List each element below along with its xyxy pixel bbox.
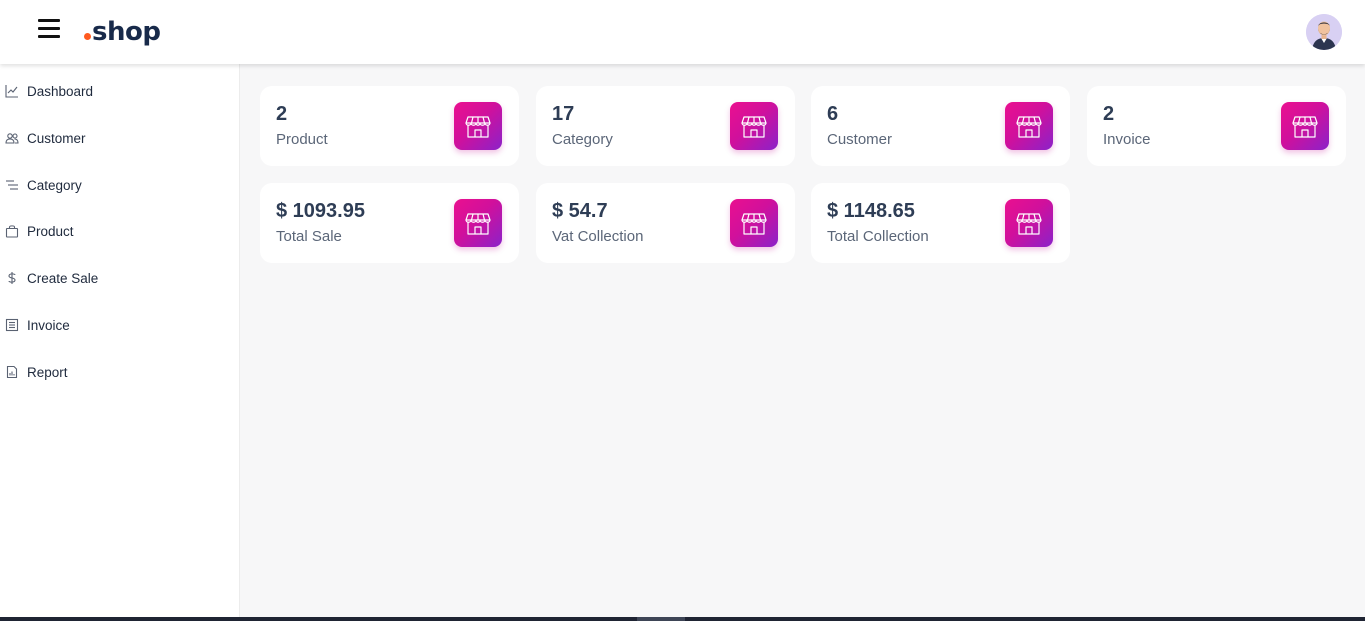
sidebar-item-category[interactable]: Category bbox=[0, 167, 239, 203]
store-icon bbox=[730, 102, 778, 150]
sidebar-item-dashboard[interactable]: Dashboard bbox=[0, 73, 239, 109]
stat-card-total-sale: $ 1093.95 Total Sale bbox=[260, 183, 519, 263]
stat-card-customer: 6 Customer bbox=[811, 86, 1070, 166]
sidebar-item-report[interactable]: Report bbox=[0, 354, 239, 390]
store-icon bbox=[1005, 102, 1053, 150]
sidebar-item-label: Create Sale bbox=[27, 270, 99, 286]
brand-logo[interactable]: shop bbox=[84, 14, 161, 50]
chart-line-icon bbox=[5, 84, 19, 98]
stat-value: $ 54.7 bbox=[552, 200, 608, 222]
store-icon bbox=[454, 102, 502, 150]
sidebar-item-create-sale[interactable]: Create Sale bbox=[0, 260, 239, 296]
sidebar-item-invoice[interactable]: Invoice bbox=[0, 307, 239, 343]
stat-card-product: 2 Product bbox=[260, 86, 519, 166]
stat-card-category: 17 Category bbox=[536, 86, 795, 166]
sidebar-item-label: Report bbox=[27, 364, 68, 380]
list-icon bbox=[5, 178, 19, 192]
store-icon bbox=[730, 199, 778, 247]
stat-value: $ 1148.65 bbox=[827, 200, 915, 222]
sidebar-item-label: Dashboard bbox=[27, 83, 94, 99]
horizontal-scrollbar[interactable] bbox=[0, 617, 1365, 621]
stat-value: 2 bbox=[276, 103, 288, 125]
stat-value: $ 1093.95 bbox=[276, 200, 365, 222]
stat-card-vat-collection: $ 54.7 Vat Collection bbox=[536, 183, 795, 263]
logo-dot bbox=[84, 33, 91, 40]
sidebar-item-label: Customer bbox=[27, 130, 86, 146]
brand-name: shop bbox=[92, 17, 161, 47]
report-icon bbox=[5, 365, 19, 379]
store-icon bbox=[1005, 199, 1053, 247]
stat-card-total-collection: $ 1148.65 Total Collection bbox=[811, 183, 1070, 263]
store-icon bbox=[1281, 102, 1329, 150]
stat-label: Customer bbox=[827, 131, 893, 148]
stat-label: Product bbox=[276, 131, 328, 148]
stat-label: Category bbox=[552, 131, 613, 148]
hamburger-icon[interactable] bbox=[38, 19, 60, 39]
sidebar-item-label: Category bbox=[27, 177, 82, 193]
sidebar: Dashboard Customer Category Product Crea… bbox=[0, 64, 240, 621]
stat-label: Total Sale bbox=[276, 228, 342, 245]
stat-card-invoice: 2 Invoice bbox=[1087, 86, 1346, 166]
user-avatar[interactable] bbox=[1306, 14, 1342, 50]
stat-value: 17 bbox=[552, 103, 575, 125]
sidebar-item-customer[interactable]: Customer bbox=[0, 120, 239, 156]
stat-value: 6 bbox=[827, 103, 839, 125]
stat-label: Vat Collection bbox=[552, 228, 644, 245]
dollar-icon bbox=[5, 271, 19, 285]
stat-label: Total Collection bbox=[827, 228, 929, 245]
top-navbar: shop bbox=[0, 0, 1365, 64]
bag-icon bbox=[5, 224, 19, 238]
scrollbar-thumb[interactable] bbox=[637, 617, 685, 621]
sidebar-item-product[interactable]: Product bbox=[0, 213, 239, 249]
users-icon bbox=[5, 131, 19, 145]
document-icon bbox=[5, 318, 19, 332]
dashboard-content: 2 Product 17 Category 6 Customer 2 Invoi… bbox=[240, 64, 1365, 617]
sidebar-item-label: Invoice bbox=[27, 317, 70, 333]
sidebar-item-label: Product bbox=[27, 223, 74, 239]
stat-value: 2 bbox=[1103, 103, 1115, 125]
store-icon bbox=[454, 199, 502, 247]
stat-label: Invoice bbox=[1103, 131, 1151, 148]
